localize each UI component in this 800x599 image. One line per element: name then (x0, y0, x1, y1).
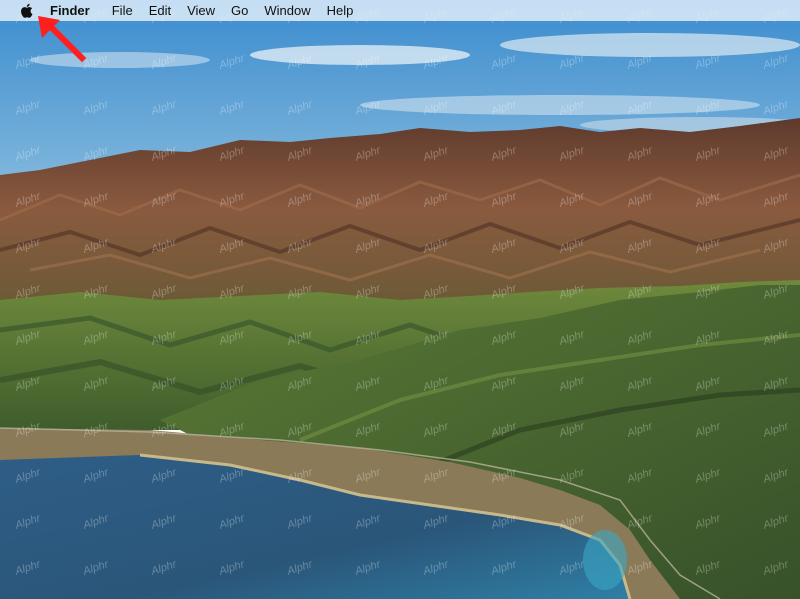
menu-window[interactable]: Window (256, 0, 318, 21)
apple-logo-icon[interactable] (19, 3, 33, 19)
desktop-wallpaper (0, 0, 800, 599)
menu-bar: Finder File Edit View Go Window Help (0, 0, 800, 21)
menu-view[interactable]: View (179, 0, 223, 21)
apple-logo-glyph (20, 3, 32, 18)
arrow-icon (38, 16, 87, 63)
desktop-screen: Alphr Alphr Alphr Alphr Alphr Alphr Alphr Alphr… (0, 0, 800, 599)
menu-go[interactable]: Go (223, 0, 256, 21)
menu-help[interactable]: Help (319, 0, 362, 21)
menu-edit[interactable]: Edit (141, 0, 179, 21)
menu-file[interactable]: File (104, 0, 141, 21)
